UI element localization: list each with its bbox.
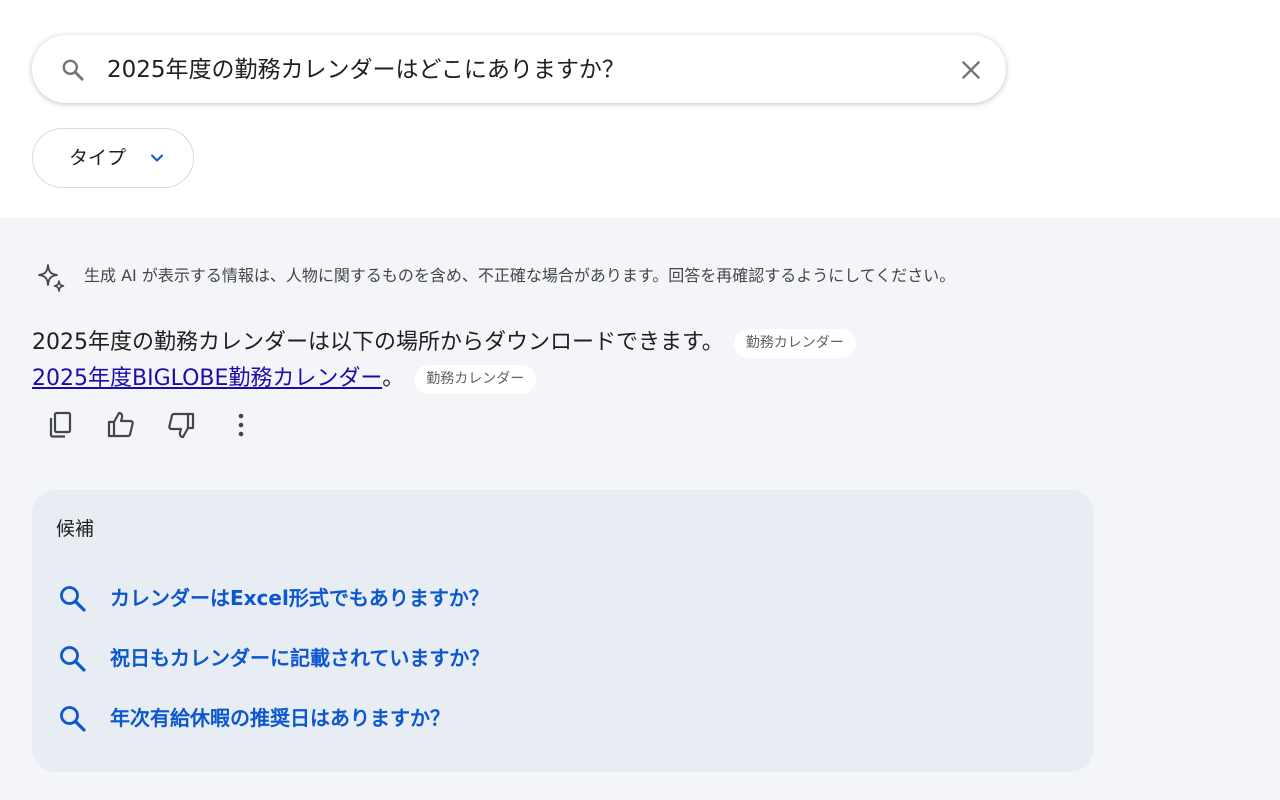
suggestion-label: 年次有給休暇の推奨日はありますか？ <box>110 706 450 730</box>
calendar-link[interactable]: 2025年度BIGLOBE勤務カレンダー <box>32 366 382 391</box>
answer-line-2: 2025年度BIGLOBE勤務カレンダー。 勤務カレンダー <box>32 363 537 395</box>
search-bar[interactable]: 2025年度の勤務カレンダーはどこにありますか？ <box>32 35 1006 103</box>
source-chip[interactable]: 勤務カレンダー <box>414 364 537 394</box>
thumbs-down-button[interactable] <box>164 408 200 448</box>
search-icon <box>60 646 86 672</box>
more-vert-icon <box>238 413 244 437</box>
thumbs-up-icon <box>107 411 134 438</box>
suggestions-title: 候補 <box>56 518 95 540</box>
copy-button[interactable] <box>44 408 80 448</box>
suggestion-item[interactable]: 年次有給休暇の推奨日はありますか？ <box>56 698 956 738</box>
more-options-button[interactable] <box>224 408 260 448</box>
chevron-down-icon <box>151 154 163 162</box>
search-input[interactable]: 2025年度の勤務カレンダーはどこにありますか？ <box>107 55 625 85</box>
suggestions-card: 候補 カレンダーはExcel形式でもありますか？ 祝日もカレンダーに記載されてい… <box>32 490 1094 772</box>
answer-line-1: 2025年度の勤務カレンダーは以下の場所からダウンロードできます。 勤務カレンダー <box>32 327 856 359</box>
disclaimer-text: 生成 AI が表示する情報は、人物に関するものを含め、不正確な場合があります。回… <box>84 266 956 285</box>
answer-link-suffix: 。 <box>382 366 405 391</box>
thumbs-up-button[interactable] <box>104 408 140 448</box>
close-icon[interactable] <box>958 57 984 83</box>
type-filter-label: タイプ <box>69 147 127 169</box>
type-filter-button[interactable]: タイプ <box>32 128 194 188</box>
source-chip[interactable]: 勤務カレンダー <box>733 328 856 358</box>
answer-text: 2025年度の勤務カレンダーは以下の場所からダウンロードできます。 <box>32 330 724 355</box>
thumbs-down-icon <box>168 412 195 439</box>
search-header: 2025年度の勤務カレンダーはどこにありますか？ タイプ <box>0 0 1280 218</box>
sparkle-icon <box>38 264 65 292</box>
search-icon <box>60 586 86 612</box>
search-icon <box>60 706 86 732</box>
suggestion-label: 祝日もカレンダーに記載されていますか？ <box>110 646 490 670</box>
copy-icon <box>49 411 72 438</box>
suggestion-label: カレンダーはExcel形式でもありますか？ <box>110 586 489 610</box>
suggestion-item[interactable]: 祝日もカレンダーに記載されていますか？ <box>56 638 956 678</box>
search-icon[interactable] <box>60 57 86 83</box>
suggestion-item[interactable]: カレンダーはExcel形式でもありますか？ <box>56 578 956 618</box>
